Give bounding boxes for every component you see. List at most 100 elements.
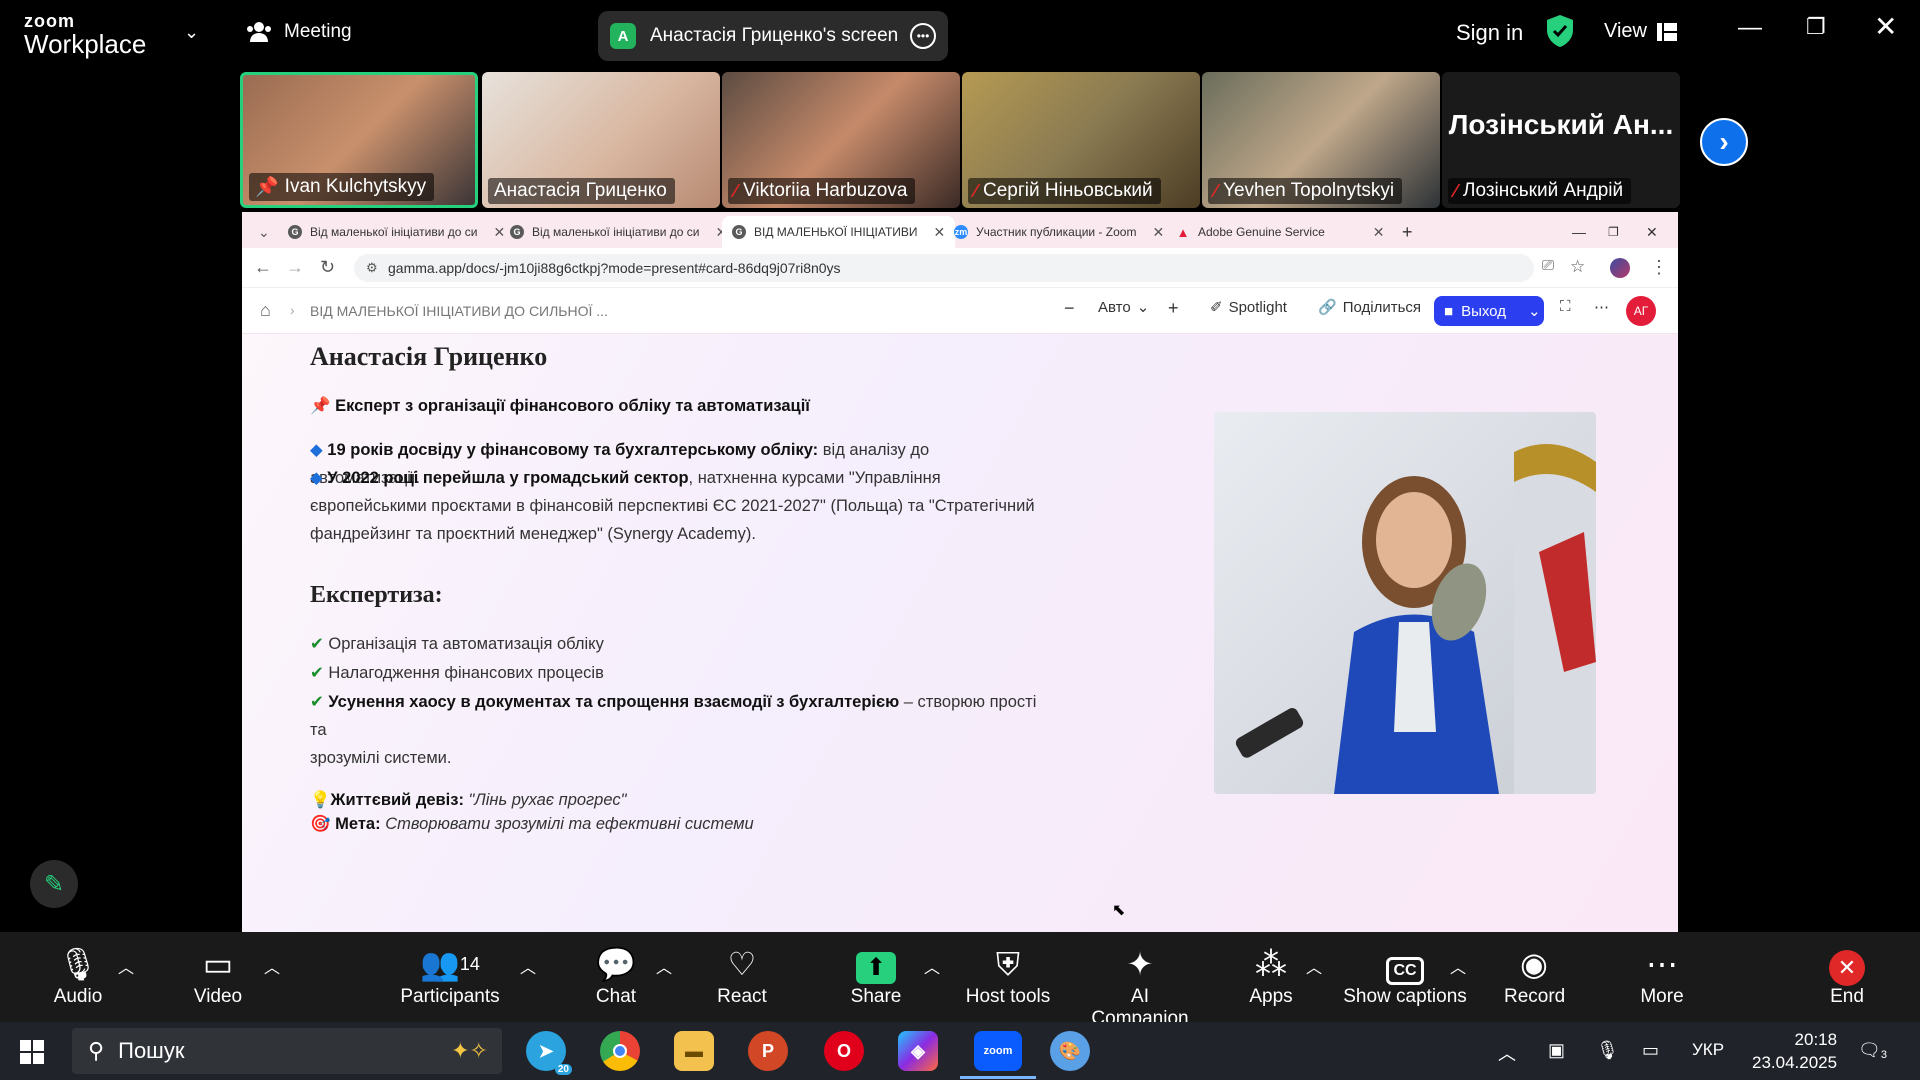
participant-tile-3[interactable]: ⁄ Viktoriia Harbuzova — [722, 72, 960, 208]
annotate-pen-icon[interactable]: ✎ — [30, 860, 78, 908]
security-shield-icon[interactable] — [1546, 14, 1574, 48]
browser-restore-icon[interactable]: ❐ — [1598, 216, 1629, 248]
copilot-icon[interactable]: ◈ — [898, 1031, 938, 1071]
close-tab-icon[interactable]: ✕ — [1373, 224, 1385, 241]
powerpoint-icon[interactable]: P — [748, 1031, 788, 1071]
more-options-icon[interactable]: ••• — [910, 23, 936, 49]
expertise-text: Налагодження фінансових процесів — [328, 664, 604, 682]
host-tools-button[interactable]: ⛨ Host tools — [958, 942, 1058, 1008]
browser-tab-4[interactable]: zm Участник публикации - Zoom ✕ — [944, 216, 1174, 248]
participant-tile-1[interactable]: 📌 Ivan Kulchytskyy — [240, 72, 478, 208]
taskbar-search[interactable]: ⚲ Пошук ✦✧ — [72, 1028, 502, 1074]
host-tools-label: Host tools — [965, 986, 1051, 1007]
reload-icon[interactable]: ↻ — [320, 257, 335, 278]
new-tab-icon[interactable]: + — [1392, 216, 1423, 248]
react-button[interactable]: ♡ React — [712, 942, 772, 1008]
presenter-avatar: A — [610, 23, 636, 49]
show-hidden-icons-icon[interactable]: ︿ — [1498, 1040, 1516, 1066]
paint-icon[interactable]: 🎨 — [1050, 1031, 1090, 1071]
zoom-top-bar: zoom Workplace ⌄ Meeting A Анастасія Гри… — [0, 0, 1920, 70]
browser-minimize-icon[interactable]: — — [1562, 216, 1596, 248]
close-icon[interactable]: ✕ — [1874, 10, 1897, 43]
browser-menu-icon[interactable]: ⋮ — [1650, 257, 1668, 278]
expertise-item-1: ✔ Організація та автоматизація обліку — [310, 630, 1040, 658]
video-options-caret-icon[interactable]: ︿ — [264, 954, 280, 978]
fullscreen-icon[interactable]: ⛶ — [1560, 298, 1571, 315]
forward-icon[interactable]: → — [286, 257, 304, 278]
audio-options-caret-icon[interactable]: ︿ — [118, 954, 134, 978]
restore-icon[interactable]: ❐ — [1806, 14, 1826, 40]
windows-start-icon[interactable] — [20, 1040, 44, 1064]
notifications-icon[interactable]: 🗨3 — [1858, 1040, 1887, 1061]
shared-screen: ⌄ G Від маленької ініціативи до си ✕ G Від … — [242, 212, 1678, 932]
share-screen-button[interactable]: ⬆ Share — [846, 942, 906, 1008]
home-icon[interactable]: ⌂ — [260, 300, 271, 321]
telegram-icon[interactable]: ➤ 20 — [526, 1031, 572, 1075]
url-input[interactable]: ⚙ gamma.app/docs/-jm10ji88g6ctkpj?mode=pr… — [354, 254, 1534, 282]
zoom-taskbar-icon[interactable]: zoom — [974, 1031, 1022, 1071]
profile-avatar[interactable] — [1610, 258, 1630, 278]
browser-close-icon[interactable]: ✕ — [1636, 216, 1668, 248]
more-icon[interactable]: ⋯ — [1594, 298, 1609, 316]
sign-in-link[interactable]: Sign in — [1456, 20, 1523, 46]
meet-now-icon[interactable]: ▣ — [1548, 1040, 1565, 1061]
participant-tile-6[interactable]: Лозінський Ан... ⁄ Лозінський Андрій — [1442, 72, 1680, 208]
shared-screen-indicator[interactable]: A Анастасія Гриценко's screen ••• — [598, 11, 948, 61]
view-menu[interactable]: View — [1604, 20, 1677, 43]
chrome-icon[interactable] — [600, 1031, 640, 1071]
share-options-caret-icon[interactable]: ︿ — [924, 954, 940, 978]
next-page-arrow-icon[interactable]: › — [1700, 118, 1748, 166]
site-info-icon[interactable]: ⚙ — [366, 254, 378, 282]
clock[interactable]: 20:18 23.04.2025 — [1752, 1028, 1837, 1074]
apps-options-caret-icon[interactable]: ︿ — [1306, 954, 1322, 978]
chat-button[interactable]: 💬 Chat — [586, 942, 646, 1008]
install-app-icon[interactable]: ⎚ — [1542, 257, 1554, 274]
participant-tile-5[interactable]: ⁄ Yevhen Topolnytskyi — [1202, 72, 1440, 208]
apps-button[interactable]: ⁂ Apps — [1246, 942, 1296, 1008]
diamond-icon: ◆ — [310, 469, 323, 487]
zoom-in-icon[interactable]: + — [1168, 298, 1179, 319]
spotlight-button[interactable]: ✐ Spotlight — [1210, 298, 1287, 317]
battery-icon[interactable]: ▭ — [1642, 1040, 1659, 1061]
breadcrumb[interactable]: ВІД МАЛЕНЬКОЇ ІНІЦІАТИВИ ДО СИЛЬНОЇ ... — [310, 303, 608, 319]
end-meeting-button[interactable]: ✕ End — [1820, 942, 1874, 1008]
share-button[interactable]: 🔗 Поділиться — [1318, 298, 1421, 317]
zoom-out-icon[interactable]: − — [1064, 298, 1075, 319]
zoom-mode-label: Авто — [1098, 298, 1131, 316]
video-button[interactable]: ▭ Video — [188, 942, 248, 1008]
share-label: Share — [850, 986, 902, 1007]
close-tab-icon[interactable]: ✕ — [1152, 224, 1164, 241]
minimize-icon[interactable]: — — [1738, 14, 1762, 42]
participant-tile-4[interactable]: ⁄ Сергій Ніньовський — [962, 72, 1200, 208]
participant-name: Сергій Ніньовський — [983, 180, 1153, 201]
language-indicator[interactable]: УКР — [1692, 1040, 1724, 1060]
participants-options-caret-icon[interactable]: ︿ — [520, 954, 536, 978]
camera-icon: ▭ — [202, 946, 234, 982]
record-button[interactable]: ◉ Record — [1504, 942, 1565, 1008]
meeting-menu[interactable]: Meeting — [246, 20, 352, 44]
chevron-down-icon[interactable]: ⌄ — [184, 22, 199, 43]
back-icon[interactable]: ← — [254, 257, 272, 278]
browser-tab-5[interactable]: ▲ Adobe Genuine Service ✕ — [1166, 216, 1394, 248]
opera-icon[interactable]: O — [824, 1031, 864, 1071]
captions-options-caret-icon[interactable]: ︿ — [1450, 954, 1466, 978]
file-explorer-icon[interactable]: ▬ — [674, 1031, 714, 1071]
chat-options-caret-icon[interactable]: ︿ — [656, 954, 672, 978]
participant-tile-2[interactable]: Анастасія Гриценко — [482, 72, 720, 208]
exit-presentation-button[interactable]: ■ Выход ⌄ — [1434, 296, 1544, 326]
participant-video-strip: 📌 Ivan Kulchytskyy Анастасія Гриценко ⁄ Vi… — [240, 72, 1680, 208]
audio-button[interactable]: 🎙 Audio — [48, 942, 108, 1008]
ai-companion-button[interactable]: ✦ AI Companion — [1080, 942, 1200, 1030]
participants-button[interactable]: 👥14 Participants — [400, 942, 500, 1008]
browser-tab-1[interactable]: G Від маленької ініціативи до си ✕ — [278, 216, 515, 248]
user-avatar[interactable]: АГ — [1626, 296, 1656, 326]
browser-tab-3-active[interactable]: G ВІД МАЛЕНЬКОЇ ІНІЦІАТИВИ ✕ — [722, 216, 956, 248]
browser-tab-bar: ⌄ G Від маленької ініціативи до си ✕ G Від … — [242, 212, 1678, 248]
browser-tab-2[interactable]: GВід маленької ініціативи до си✕ — [500, 216, 737, 248]
bookmark-star-icon[interactable]: ☆ — [1570, 257, 1585, 277]
zoom-mode-select[interactable]: Авто ⌄ — [1098, 298, 1149, 317]
more-button[interactable]: ⋯ More — [1632, 942, 1692, 1008]
sparkle-icon: ✦ — [1126, 946, 1154, 982]
microphone-tray-icon[interactable]: 🎙 — [1596, 1040, 1619, 1061]
tab-search-chevron-icon[interactable]: ⌄ — [248, 216, 280, 248]
